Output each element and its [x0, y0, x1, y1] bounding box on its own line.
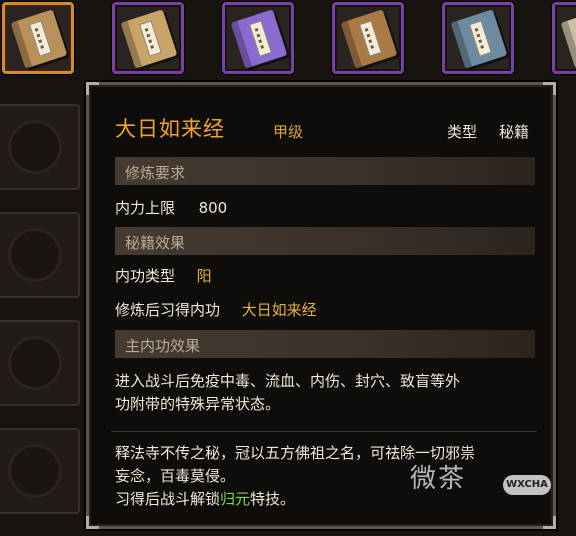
divider [111, 431, 537, 432]
book-icon [230, 9, 288, 69]
watermark-badge: WXCHA [503, 475, 551, 495]
inventory-slot-4[interactable] [332, 2, 404, 74]
main-effect-line-1: 进入战斗后免疫中毒、流血、内伤、封穴、致盲等外 [115, 372, 461, 390]
internal-type-row: 内功类型 阳 [115, 265, 212, 286]
main-effect-header: 主内功效果 [115, 330, 535, 358]
internal-type-label: 内功类型 [115, 267, 176, 285]
learn-value: 大日如来经 [241, 301, 317, 319]
side-slot-1[interactable] [0, 104, 80, 190]
side-slot-2[interactable] [0, 212, 80, 298]
item-grade: 甲级 [273, 123, 304, 141]
item-tooltip: 大日如来经 甲级 类型 秘籍 修炼要求 内力上限 800 秘籍效果 内功类型 阳… [86, 82, 556, 529]
side-slot-3[interactable] [0, 320, 80, 406]
book-icon [340, 9, 398, 69]
inventory-slot-6[interactable] [552, 2, 576, 74]
book-icon [120, 9, 178, 69]
inventory-slot-5[interactable] [442, 2, 514, 74]
inventory-slot-2[interactable] [112, 2, 184, 74]
side-slot-4[interactable] [0, 428, 80, 514]
effects-header: 秘籍效果 [115, 227, 535, 255]
learn-row: 修炼后习得内功 大日如来经 [115, 299, 317, 320]
inventory-slot-3[interactable] [222, 2, 294, 74]
inventory-row [0, 0, 576, 86]
lore-line-2: 妄念，百毒莫侵。 [115, 467, 236, 485]
item-title: 大日如来经 [115, 117, 225, 141]
requirements-header: 修炼要求 [115, 157, 535, 185]
requirement-row: 内力上限 800 [115, 197, 227, 218]
internal-type-value: 阳 [196, 267, 212, 285]
book-icon [560, 9, 576, 69]
item-type-value: 秘籍 [499, 123, 530, 141]
item-type-label: 类型 [447, 123, 478, 141]
skill-highlight: 归元 [220, 490, 251, 508]
requirement-label: 内力上限 [115, 199, 176, 217]
requirement-value: 800 [198, 199, 228, 217]
book-icon [450, 9, 508, 69]
main-effect-line-2: 功附带的特殊异常状态。 [115, 395, 281, 413]
lore-line-3: 习得后战斗解锁归元特技。 [115, 490, 296, 508]
watermark-logo: 微茶 [410, 464, 467, 494]
learn-label: 修炼后习得内功 [115, 301, 221, 319]
inventory-slot-1[interactable] [2, 2, 74, 74]
scroll-bundle-icon [10, 9, 68, 69]
